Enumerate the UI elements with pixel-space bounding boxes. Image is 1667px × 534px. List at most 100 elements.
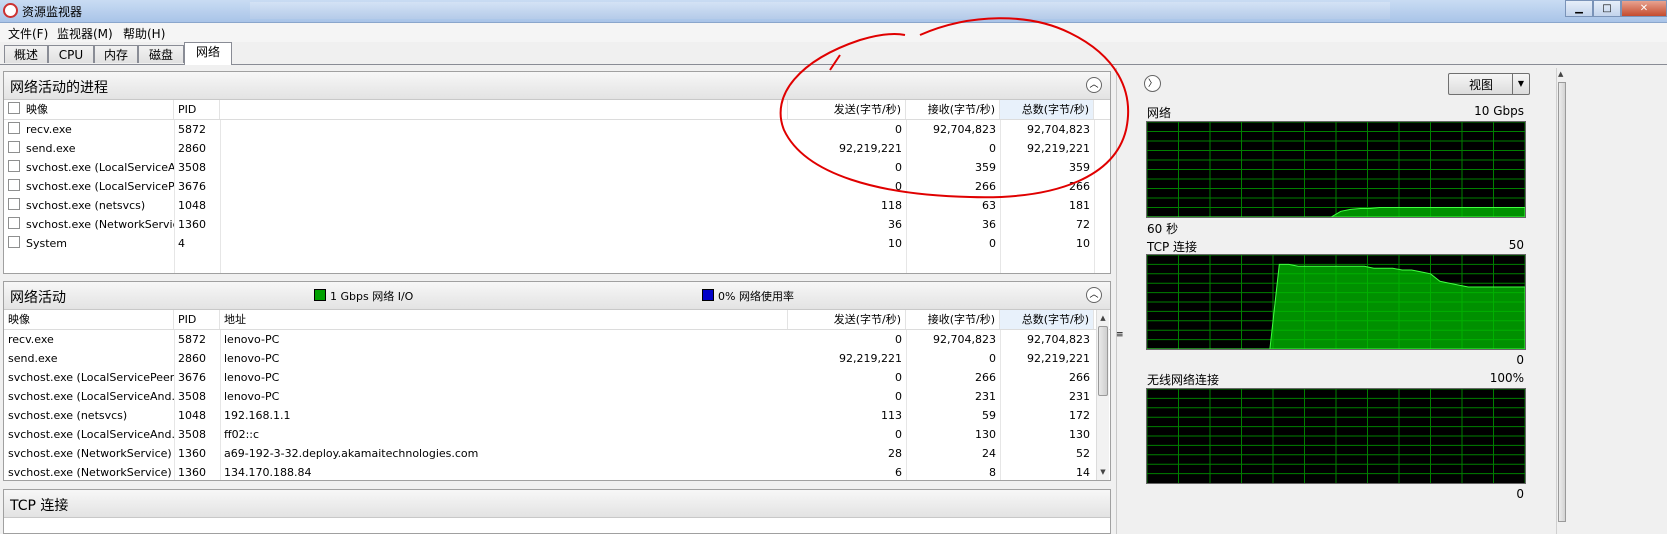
cell-total: 72 [1076, 218, 1090, 231]
cell-image: svchost.exe (NetworkService) [4, 215, 174, 234]
scroll-thumb[interactable] [1098, 326, 1108, 396]
network-activity-panel: 网络活动 1 Gbps 网络 I/O 0% 网络使用率 ︿ 映像 PID 地址 … [3, 281, 1111, 481]
tcp-graph-svg [1147, 255, 1525, 349]
cell-pid: 2860 [178, 352, 206, 365]
minimize-button[interactable]: ▁ [1565, 0, 1593, 17]
scroll-thumb[interactable] [1558, 82, 1566, 522]
cell-receive: 0 [989, 352, 996, 365]
network-activity-panel-header[interactable]: 网络活动 1 Gbps 网络 I/O 0% 网络使用率 ︿ [4, 282, 1110, 310]
graph-tcp-title: TCP 连接 [1147, 240, 1198, 254]
network-graph [1146, 121, 1526, 218]
cell-address: 134.170.188.84 [224, 466, 312, 479]
window-title: 资源监视器 [22, 5, 83, 19]
cell-address: lenovo-PC [224, 352, 280, 365]
view-button[interactable]: 视图 ▼ [1448, 73, 1530, 95]
graph-network-timespan: 60 秒 [1147, 222, 1179, 236]
tcp-panel-header[interactable]: TCP 连接 [4, 490, 1110, 518]
cell-total: 10 [1076, 237, 1090, 250]
cell-receive: 8 [989, 466, 996, 479]
cell-pid: 2860 [178, 142, 206, 155]
tab-overview[interactable]: 概述 [4, 45, 48, 63]
menu-monitor[interactable]: 监视器(M) [57, 25, 113, 42]
cell-receive: 59 [982, 409, 996, 422]
table-row[interactable]: svchost.exe (LocalServiceAnd... 3508 lenov… [4, 387, 1094, 406]
cell-total: 266 [1069, 371, 1090, 384]
close-button[interactable]: ✕ [1621, 0, 1667, 17]
row-checkbox[interactable] [8, 141, 20, 153]
graph-wireless-min: 0 [1516, 487, 1524, 501]
column-receive[interactable]: 接收(字节/秒) [906, 310, 1000, 329]
cell-receive: 130 [975, 428, 996, 441]
cell-pid: 1360 [178, 466, 206, 479]
column-spacer [220, 100, 788, 119]
splitter-grip-icon[interactable]: ≡ [1116, 330, 1124, 340]
column-send[interactable]: 发送(字节/秒) [788, 310, 906, 329]
tab-cpu[interactable]: CPU [48, 45, 94, 63]
tab-disk[interactable]: 磁盘 [138, 45, 184, 63]
cell-send: 0 [895, 333, 902, 346]
table-row[interactable]: svchost.exe (NetworkService) 1360 36 36 72 [4, 215, 1094, 234]
column-image[interactable]: 映像 [4, 100, 174, 119]
tab-memory[interactable]: 内存 [94, 45, 138, 63]
panel-title: 网络活动 [10, 290, 66, 306]
maximize-button[interactable]: □ [1593, 0, 1621, 17]
scroll-down-arrow-icon[interactable]: ▼ [1097, 466, 1109, 478]
legend-network-usage: 0% 网络使用率 [702, 288, 794, 304]
table-row[interactable]: svchost.exe (NetworkService) 1360 a69-192-… [4, 444, 1094, 463]
cell-pid: 3508 [178, 428, 206, 441]
row-checkbox[interactable] [8, 179, 20, 191]
cell-send: 28 [888, 447, 902, 460]
column-total[interactable]: 总数(字节/秒) [1000, 310, 1094, 329]
cell-image: send.exe [8, 352, 58, 365]
row-checkbox[interactable] [8, 236, 20, 248]
tab-network[interactable]: 网络 [184, 42, 232, 65]
cell-total: 92,704,823 [1027, 333, 1090, 346]
menu-help[interactable]: 帮助(H) [123, 25, 165, 42]
cell-image: System [4, 234, 174, 253]
cell-image: recv.exe [4, 120, 174, 139]
cell-pid: 4 [178, 237, 185, 250]
right-pane-scrollbar[interactable]: ▲ [1556, 68, 1567, 534]
cell-receive: 36 [982, 218, 996, 231]
row-checkbox[interactable] [8, 198, 20, 210]
cell-address: lenovo-PC [224, 333, 280, 346]
cell-image: svchost.exe (LocalServiceAnd... [8, 428, 174, 441]
menu-file[interactable]: 文件(F) [8, 25, 48, 42]
cell-image: svchost.exe (LocalServiceP... [4, 177, 174, 196]
column-address[interactable]: 地址 [220, 310, 788, 329]
table-row[interactable]: svchost.exe (netsvcs) 1048 192.168.1.1 113 5… [4, 406, 1094, 425]
scroll-up-arrow-icon[interactable]: ▲ [1558, 70, 1563, 78]
dropdown-arrow-icon[interactable]: ▼ [1512, 74, 1529, 94]
graph-network-max: 10 Gbps [1474, 104, 1524, 118]
graph-wireless-max: 100% [1489, 371, 1524, 385]
table-row[interactable]: svchost.exe (LocalServiceAnd... 3508 ff02:… [4, 425, 1094, 444]
cell-receive: 92,704,823 [933, 333, 996, 346]
cell-pid: 1048 [178, 199, 206, 212]
row-checkbox[interactable] [8, 160, 20, 172]
resource-monitor-icon [3, 3, 18, 18]
cell-receive: 24 [982, 447, 996, 460]
select-all-checkbox[interactable] [8, 102, 20, 114]
cell-image: svchost.exe (LocalServiceA... [4, 158, 174, 177]
cell-pid: 1360 [178, 447, 206, 460]
cell-pid: 1048 [178, 409, 206, 422]
column-pid[interactable]: PID [174, 310, 220, 329]
cell-total: 172 [1069, 409, 1090, 422]
table-row[interactable]: svchost.exe (LocalServicePeer... 3676 leno… [4, 368, 1094, 387]
cell-address: 192.168.1.1 [224, 409, 291, 422]
scroll-up-arrow-icon[interactable]: ▲ [1097, 312, 1109, 324]
row-checkbox[interactable] [8, 217, 20, 229]
collapse-up-icon[interactable]: ︿ [1086, 287, 1102, 303]
cell-total: 52 [1076, 447, 1090, 460]
table-row[interactable]: recv.exe 5872 lenovo-PC 0 92,704,823 92,704,8… [4, 330, 1094, 349]
cell-send: 0 [895, 390, 902, 403]
row-checkbox[interactable] [8, 122, 20, 134]
network-graph-svg [1147, 122, 1525, 217]
table-row[interactable]: System 4 10 0 10 [4, 234, 1094, 253]
table-row[interactable]: send.exe 2860 lenovo-PC 92,219,221 0 92,219,2… [4, 349, 1094, 368]
column-pid[interactable]: PID [174, 100, 220, 119]
activity-column-header: 映像 PID 地址 发送(字节/秒) 接收(字节/秒) 总数(字节/秒) [4, 310, 1110, 330]
column-image[interactable]: 映像 [4, 310, 174, 329]
table-row[interactable]: svchost.exe (NetworkService) 1360 134.170.… [4, 463, 1094, 482]
activity-scrollbar[interactable]: ▲ ▼ [1096, 310, 1109, 480]
